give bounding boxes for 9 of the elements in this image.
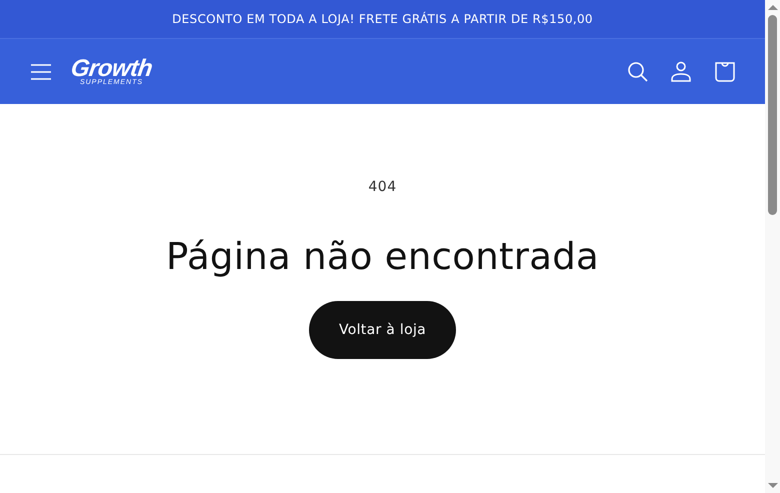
error-code: 404 <box>368 179 397 195</box>
announcement-text: DESCONTO EM TODA A LOJA! FRETE GRÁTIS A PARTIR DE R$150,00 <box>172 12 593 26</box>
menu-icon[interactable] <box>30 62 52 80</box>
page-heading: Página não encontrada <box>166 235 599 278</box>
bag-icon[interactable] <box>715 62 735 82</box>
back-to-store-button[interactable]: Voltar à loja <box>308 301 456 359</box>
search-icon[interactable] <box>627 60 649 82</box>
user-icon[interactable] <box>671 61 691 82</box>
scrollbar[interactable] <box>765 0 780 493</box>
